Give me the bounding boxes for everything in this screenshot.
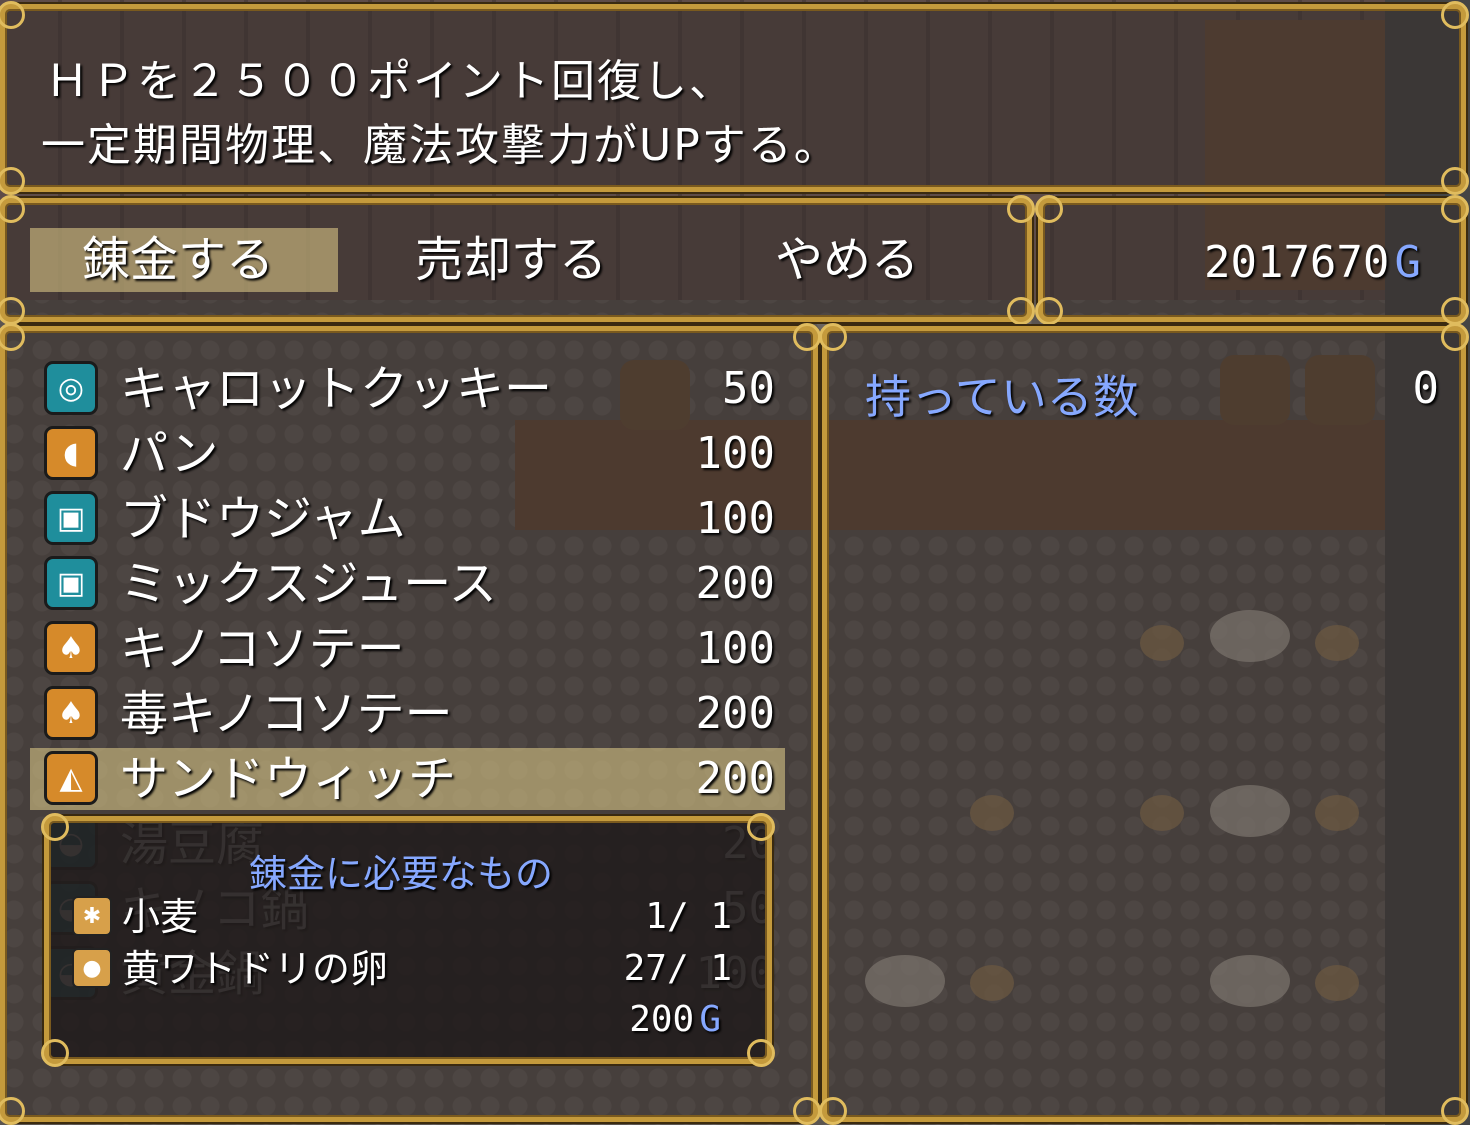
mushroom-icon: ♠ — [44, 621, 98, 675]
item-price: 100 — [695, 428, 775, 479]
gold-display: 2017670 G — [1204, 237, 1421, 288]
cancel-command[interactable]: やめる — [775, 228, 975, 292]
status-window: 持っている数 0 — [819, 323, 1469, 1125]
cost-display: 200 G — [629, 999, 721, 1040]
item-row[interactable]: ◭ サンドウィッチ 200 — [30, 748, 785, 810]
material-name: 小麦 — [122, 895, 199, 939]
material-name: 黄ワトドリの卵 — [122, 947, 389, 991]
item-price: 200 — [695, 688, 775, 739]
item-name: キノコソテー — [120, 621, 405, 677]
cookie-icon: ◎ — [44, 361, 98, 415]
item-name: ミックスジュース — [120, 556, 497, 612]
item-price: 200 — [695, 558, 775, 609]
item-name: サンドウィッチ — [120, 751, 457, 807]
item-name: パン — [120, 426, 219, 482]
gold-amount: 2017670 — [1203, 237, 1390, 288]
item-name: 毒キノコソテー — [120, 686, 453, 742]
sell-command-label: 売却する — [415, 232, 608, 288]
gold-unit: G — [1394, 237, 1422, 288]
item-price: 100 — [695, 623, 775, 674]
jar-icon: ▣ — [44, 556, 98, 610]
help-text-line1: ＨＰを２５００ポイント回復し、 — [45, 56, 735, 107]
gold-window: 2017670 G — [1035, 195, 1469, 325]
item-price: 200 — [695, 753, 775, 804]
material-count: 27/ 1 — [623, 948, 732, 989]
sandwich-icon: ◭ — [44, 751, 98, 805]
item-row[interactable]: ▣ ミックスジュース 200 — [30, 553, 785, 615]
egg-icon: ● — [72, 948, 112, 988]
help-window: ＨＰを２５００ポイント回復し、 一定期間物理、魔法攻撃力がUPする。 — [0, 1, 1469, 195]
material-row: ✱ 小麦 1/ 1 — [72, 892, 762, 942]
item-row[interactable]: ▣ ブドウジャム 100 — [30, 488, 785, 550]
item-name: キャロットクッキー — [120, 361, 553, 417]
item-row[interactable]: ◖ パン 100 — [30, 423, 785, 485]
cancel-command-label: やめる — [775, 232, 920, 288]
material-row: ● 黄ワトドリの卵 27/ 1 — [72, 944, 762, 994]
sell-command[interactable]: 売却する — [415, 228, 665, 292]
mushroom-icon: ♠ — [44, 686, 98, 740]
item-name: ブドウジャム — [120, 491, 406, 547]
wheat-icon: ✱ — [72, 896, 112, 936]
material-count: 1/ 1 — [645, 896, 732, 937]
cost-amount: 200 — [629, 999, 695, 1040]
cost-unit: G — [699, 999, 721, 1040]
possession-label: 持っている数 — [865, 370, 1139, 424]
item-price: 50 — [722, 363, 775, 414]
requirements-title: 錬金に必要なもの — [249, 852, 554, 896]
item-row[interactable]: ♠ キノコソテー 100 — [30, 618, 785, 680]
jar-icon: ▣ — [44, 491, 98, 545]
bread-icon: ◖ — [44, 426, 98, 480]
alchemy-command[interactable]: 錬金する — [30, 228, 338, 292]
item-row[interactable]: ◎ キャロットクッキー 50 — [30, 358, 785, 420]
alchemy-command-label: 錬金する — [82, 232, 275, 288]
item-price: 100 — [695, 493, 775, 544]
help-text-line2: 一定期間物理、魔法攻撃力がUPする。 — [41, 120, 840, 171]
possession-count: 0 — [1412, 363, 1440, 414]
item-row[interactable]: ♠ 毒キノコソテー 200 — [30, 683, 785, 745]
